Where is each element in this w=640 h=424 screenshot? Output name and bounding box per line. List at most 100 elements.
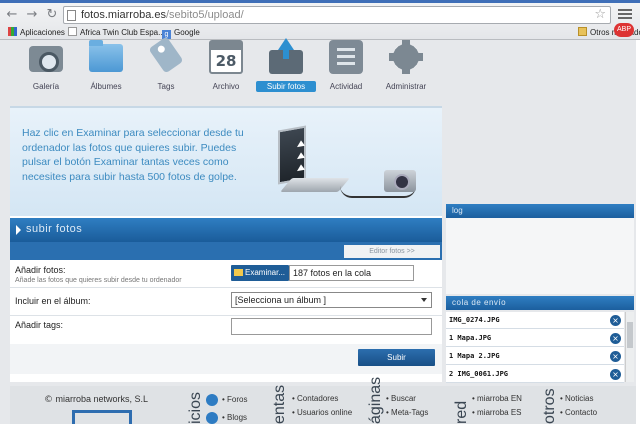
page-edge	[636, 40, 640, 424]
instructions-text: Haz clic en Examinar para seleccionar de…	[22, 127, 244, 183]
nav-label: Archivo	[212, 82, 240, 91]
log-panel	[446, 218, 634, 294]
remove-icon[interactable]: ×	[610, 315, 621, 326]
queue-item: IMG_0274.JPG ×	[446, 312, 624, 329]
add-photos-hint: Añade las fotos que quieres subir desde …	[15, 277, 182, 284]
album-label: Incluir en el álbum:	[15, 296, 91, 306]
activity-icon	[329, 40, 363, 74]
nav-label: Galería	[32, 82, 60, 91]
upload-icon	[269, 38, 303, 74]
bookmark-star-icon[interactable]: ☆	[594, 7, 606, 22]
remove-icon[interactable]: ×	[610, 351, 621, 362]
tags-input[interactable]	[231, 318, 432, 335]
queue-item: 1 Mapa 2.JPG ×	[446, 348, 624, 365]
extension-badge[interactable]: ABP	[614, 23, 634, 37]
nav-administrar[interactable]: Administrar	[376, 40, 436, 96]
folder-icon	[89, 40, 123, 72]
editor-row: Editor fotos >>	[10, 242, 442, 260]
footer-brand: © miarroba networks, S.L	[44, 394, 149, 405]
queue-item: 1 Mapa.JPG ×	[446, 330, 624, 347]
forward-icon[interactable]: →	[24, 7, 40, 23]
nav-actividad[interactable]: Actividad	[316, 40, 376, 96]
upload-arrow-icon	[297, 151, 305, 160]
upload-panel: Haz clic en Examinar para seleccionar de…	[10, 106, 442, 382]
footer-graphic	[72, 410, 132, 424]
queue-item-name: IMG_0274.JPG	[449, 316, 500, 324]
submit-row: Subir	[10, 344, 442, 374]
footer-link-miarroba-en[interactable]: miarroba EN	[472, 394, 522, 403]
footer-link-contadores[interactable]: Contadores	[292, 394, 338, 403]
footer-link-noticias[interactable]: Noticias	[560, 394, 593, 403]
gear-icon	[389, 40, 423, 74]
album-row: Incluir en el álbum: [Selecciona un álbu…	[10, 288, 442, 316]
nav-label: Álbumes	[90, 82, 122, 91]
upload-arrow-icon	[297, 163, 305, 172]
back-icon[interactable]: ←	[4, 7, 20, 23]
nav-albumes[interactable]: Álbumes	[76, 40, 136, 96]
footer-link-miarroba-es[interactable]: miarroba ES	[472, 408, 521, 417]
nav-archivo[interactable]: 28 Archivo	[196, 40, 256, 96]
menu-icon[interactable]	[618, 7, 632, 21]
digital-camera-illustration	[384, 170, 416, 192]
editor-fotos-link[interactable]: Editor fotos >>	[344, 245, 440, 258]
submit-button[interactable]: Subir	[358, 349, 435, 366]
tags-label: Añadir tags:	[15, 320, 64, 330]
blog-icon	[206, 412, 218, 424]
url-text: fotos.miarroba.es/sebito5/upload/	[81, 9, 244, 21]
queue-item-name: 1 Mapa 2.JPG	[449, 352, 500, 360]
bookmark-africa-twin[interactable]: Africa Twin Club Espa...	[68, 27, 165, 39]
address-bar[interactable]: fotos.miarroba.es/sebito5/upload/ ☆	[63, 6, 611, 24]
camera-icon	[29, 46, 63, 72]
bookmark-apps[interactable]: Aplicaciones	[8, 27, 65, 39]
upload-instructions: Haz clic en Examinar para seleccionar de…	[10, 106, 442, 216]
folder-icon	[578, 27, 587, 36]
footer-section-label: red	[453, 400, 470, 424]
queue-count-field: 187 fotos en la cola	[289, 265, 414, 281]
page-icon	[68, 27, 77, 36]
apps-icon	[8, 27, 17, 36]
tags-row: Añadir tags:	[10, 316, 442, 344]
laptop-screen	[278, 125, 306, 185]
footer-link-meta-tags[interactable]: Meta-Tags	[386, 408, 428, 417]
reload-icon[interactable]: ↻	[44, 7, 60, 23]
triangle-icon	[16, 225, 21, 235]
chevron-down-icon	[421, 298, 427, 302]
footer-link-buscar[interactable]: Buscar	[386, 394, 416, 403]
forum-icon	[206, 394, 218, 406]
tag-icon	[148, 36, 184, 74]
laptop-illustration	[272, 125, 350, 198]
section-nav: Galería Álbumes Tags 28 Archivo Subir fo…	[0, 36, 445, 100]
nav-label: Administrar	[385, 82, 427, 91]
upload-arrow-icon	[297, 139, 305, 148]
footer-link-contacto[interactable]: Contacto	[560, 408, 597, 417]
browser-title-strip	[0, 0, 640, 3]
nav-subir-fotos[interactable]: Subir fotos	[256, 38, 316, 96]
upload-title: subir fotos	[26, 223, 83, 235]
queue-title: cola de envío	[452, 298, 507, 307]
footer-link-usuarios-online[interactable]: Usuarios online	[292, 408, 352, 417]
calendar-day: 28	[215, 52, 237, 70]
browser-toolbar: ← → ↻ fotos.miarroba.es/sebito5/upload/ …	[0, 0, 640, 40]
footer-link-foros[interactable]: Foros	[222, 395, 247, 404]
footer-section-label: otros	[541, 388, 558, 424]
footer-section-label: entas	[271, 384, 288, 424]
upload-queue-list: IMG_0274.JPG × 1 Mapa.JPG × 1 Mapa 2.JPG × …	[446, 312, 624, 383]
nav-tags[interactable]: Tags	[136, 36, 196, 96]
queue-header: cola de envío	[446, 296, 634, 310]
queue-item-name: 1 Mapa.JPG	[449, 334, 492, 342]
queue-scrollbar[interactable]	[625, 312, 634, 382]
upload-header: subir fotos	[10, 218, 442, 242]
footer-link-blogs[interactable]: Blogs	[222, 413, 247, 422]
album-select[interactable]: [Selecciona un álbum ]	[231, 292, 432, 308]
log-header: log	[446, 204, 634, 218]
laptop-base	[280, 178, 350, 192]
queue-item-name: 2 IMG_0061.JPG	[449, 370, 509, 378]
browse-button[interactable]: Examinar...	[231, 265, 289, 281]
nav-galeria[interactable]: Galería	[16, 40, 76, 96]
footer-section-label: áginas	[367, 376, 384, 424]
bookmark-google[interactable]: g Google	[162, 27, 200, 39]
remove-icon[interactable]: ×	[610, 369, 621, 380]
remove-icon[interactable]: ×	[610, 333, 621, 344]
nav-label: Actividad	[329, 82, 363, 91]
scrollbar-thumb[interactable]	[627, 322, 633, 348]
